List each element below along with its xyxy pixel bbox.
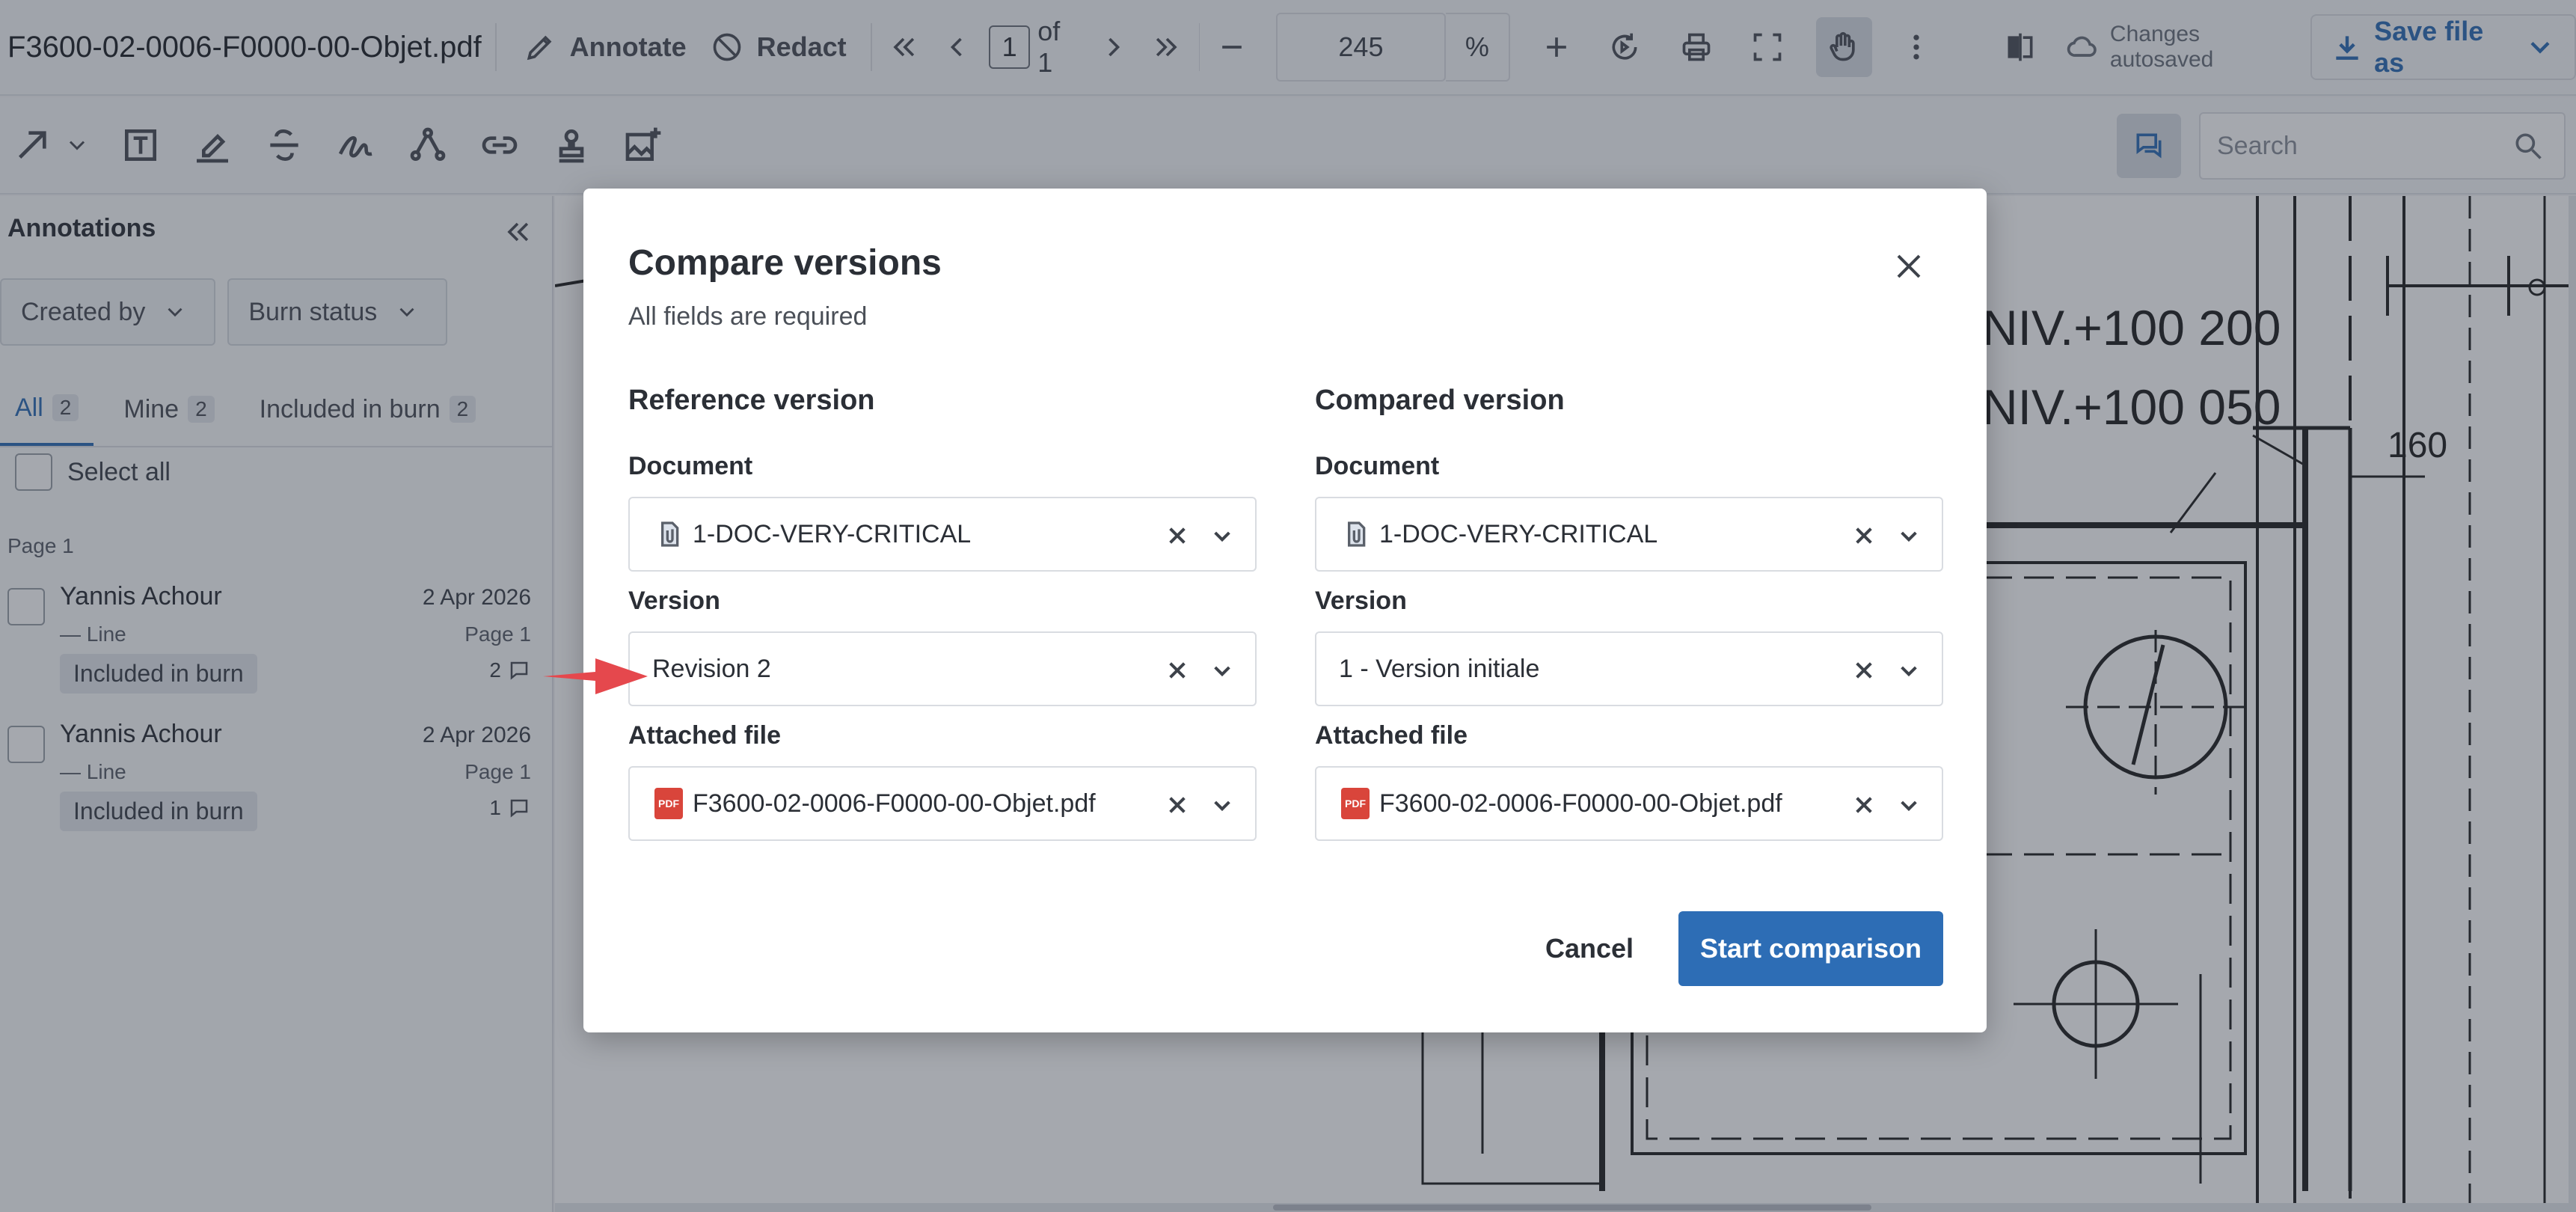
field-label: Attached file [628, 721, 782, 750]
close-icon [1897, 254, 1921, 278]
dialog-title: Compare versions [628, 243, 942, 283]
select-value: 1-DOC-VERY-CRITICAL [693, 519, 972, 548]
clear-icon[interactable] [1165, 524, 1189, 548]
compared-version-section: Compared version Document 1-DOC-VERY-CRI… [1315, 385, 1943, 841]
pdf-badge: PDF [654, 788, 683, 819]
select-value: Revision 2 [652, 654, 771, 683]
field-label: Version [1315, 587, 1407, 615]
compare-versions-dialog: Compare versions All fields are required… [583, 189, 1987, 1032]
pdf-file-icon: PDF [652, 787, 685, 820]
field-label: Attached file [1315, 721, 1468, 750]
compared-version-select[interactable]: 1 - Version initiale [1315, 631, 1943, 706]
clear-icon[interactable] [1165, 658, 1189, 682]
select-value: F3600-02-0006-F0000-00-Objet.pdf [1379, 789, 1782, 818]
start-comparison-button[interactable]: Start comparison [1678, 911, 1943, 986]
document-icon [1339, 518, 1372, 551]
select-value: F3600-02-0006-F0000-00-Objet.pdf [693, 789, 1096, 818]
field-label: Document [628, 452, 753, 480]
pointer-arrow-icon [543, 658, 648, 694]
chevron-down-icon[interactable] [1897, 793, 1921, 817]
chevron-down-icon[interactable] [1210, 793, 1234, 817]
clear-icon[interactable] [1165, 793, 1189, 817]
dialog-subtitle: All fields are required [628, 302, 868, 331]
clear-icon[interactable] [1852, 793, 1876, 817]
pdf-badge: PDF [1341, 788, 1370, 819]
pdf-file-icon: PDF [1339, 787, 1372, 820]
reference-version-section: Reference version Document 1-DOC-VERY-CR… [628, 385, 1257, 841]
section-heading: Compared version [1315, 385, 1565, 416]
chevron-down-icon[interactable] [1897, 524, 1921, 548]
reference-document-select[interactable]: 1-DOC-VERY-CRITICAL [628, 497, 1257, 572]
select-value: 1 - Version initiale [1339, 654, 1540, 683]
select-value: 1-DOC-VERY-CRITICAL [1379, 519, 1658, 548]
clear-icon[interactable] [1852, 658, 1876, 682]
chevron-down-icon[interactable] [1210, 658, 1234, 682]
reference-file-select[interactable]: PDF F3600-02-0006-F0000-00-Objet.pdf [628, 766, 1257, 841]
cancel-button[interactable]: Cancel [1524, 911, 1655, 986]
chevron-down-icon[interactable] [1210, 524, 1234, 548]
field-label: Version [628, 587, 720, 615]
compared-document-select[interactable]: 1-DOC-VERY-CRITICAL [1315, 497, 1943, 572]
section-heading: Reference version [628, 385, 875, 416]
compared-file-select[interactable]: PDF F3600-02-0006-F0000-00-Objet.pdf [1315, 766, 1943, 841]
reference-version-select[interactable]: Revision 2 [628, 631, 1257, 706]
clear-icon[interactable] [1852, 524, 1876, 548]
document-icon [652, 518, 685, 551]
close-button[interactable] [1885, 242, 1933, 290]
field-label: Document [1315, 452, 1440, 480]
chevron-down-icon[interactable] [1897, 658, 1921, 682]
